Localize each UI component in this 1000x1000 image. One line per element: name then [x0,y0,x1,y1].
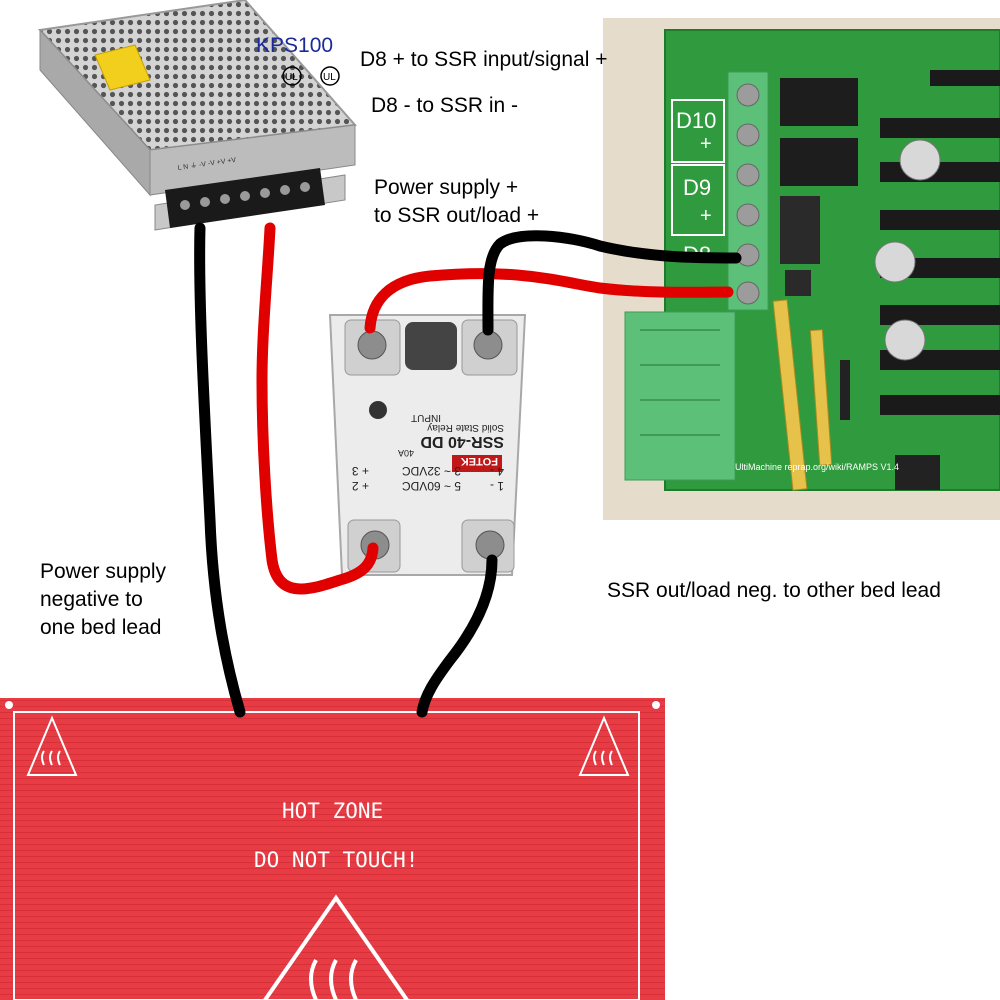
board-credit: UltiMachine reprap.org/wiki/RAMPS V1.4 [735,462,899,472]
svg-text:UL: UL [285,72,298,83]
label-ps-neg-line1: Power supply [40,560,167,583]
wire-black-psu-to-bed [194,222,246,718]
label-d8-minus: D8 - to SSR in - [371,94,519,117]
board-label-d10: D10 [676,108,716,133]
ssr-input-label: INPUT [411,412,441,423]
board-plus-d10: + [700,133,712,155]
ssr-output-range: 5 ~ 60VDC [402,479,461,493]
ramps-board: D10 + D9 + D8 UltiMachine reprap.org/wik… [603,18,1000,520]
label-d8-plus: D8 + to SSR input/signal + [360,48,608,71]
ssr-term-3: + 3 [352,464,369,478]
solid-state-relay: 4 - 3 ~ 32VDC + 3 INPUT SSR-40 DD Solid … [328,314,527,576]
label-ps-neg-line2: negative to [40,588,143,611]
ssr-current: 40A [398,448,414,458]
ssr-term-2: + 2 [352,479,369,493]
heatbed-warning: DO NOT TOUCH! [254,848,418,872]
wiring-diagram: L N ⏚ -V -V +V +V UL UL D10 + D9 + D8 Ul… [0,0,1000,1000]
ssr-input-range: 3 ~ 32VDC [402,464,461,478]
label-ps-neg-line3: one bed lead [40,616,162,639]
wire-black-ssr-to-bed [416,554,498,718]
label-ps-negative: Power supply negative to one bed lead [40,558,166,642]
ssr-term-1: 1 - [490,479,504,493]
board-plus-d9: + [700,205,712,227]
ssr-model: SSR-40 DD [420,433,504,450]
heatbed-hot-zone: HOT ZONE [282,799,383,823]
label-ps-plus-line2: to SSR out/load + [374,204,540,227]
label-ps-plus-line1: Power supply + [374,176,519,199]
label-ps-plus: Power supply + to SSR out/load + [374,174,539,230]
svg-text:UL: UL [323,72,336,83]
label-ssr-neg: SSR out/load neg. to other bed lead [607,579,941,602]
psu-model-label: KPS100 [256,34,334,57]
ssr-brand: FOTEK [461,455,498,467]
ssr-subtitle: Solid State Relay [427,422,504,433]
heat-bed: HOT ZONE DO NOT TOUCH! [0,698,665,1000]
board-label-d9: D9 [683,175,711,200]
